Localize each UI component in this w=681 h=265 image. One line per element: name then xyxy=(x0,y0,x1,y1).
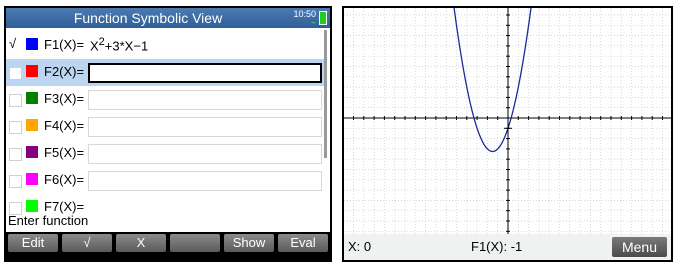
function-list: √ F1(X)= X2+3*X−1 F2(X)= F3(X)= F4(X)= F xyxy=(6,32,324,221)
function-expression-f5[interactable] xyxy=(88,144,322,164)
function-row-f2[interactable]: F2(X)= xyxy=(6,59,324,86)
symbolic-view-screen: Function Symbolic View 10:50 ⌁ √ F1(X)= … xyxy=(4,6,332,262)
input-prompt: Enter function xyxy=(8,213,89,228)
function-expression-f6[interactable] xyxy=(88,171,322,191)
color-swatch-f2[interactable] xyxy=(26,65,38,77)
cursor-f-readout: F1(X): -1 xyxy=(471,239,523,254)
cursor-x-readout: X: 0 xyxy=(348,239,372,254)
checkbox[interactable] xyxy=(9,94,22,107)
checkmark-icon[interactable]: √ xyxy=(9,37,21,50)
blank-softkey[interactable] xyxy=(170,234,220,252)
color-swatch-f7[interactable] xyxy=(26,200,38,212)
function-label: F4(X)= xyxy=(44,118,85,133)
function-expression-f1[interactable]: X2+3*X−1 xyxy=(88,36,322,56)
x-button[interactable]: X xyxy=(116,234,166,252)
softkey-bar: Edit √ X Show Eval xyxy=(6,232,330,260)
function-expression-f3[interactable] xyxy=(88,90,322,110)
function-label: F1(X)= xyxy=(44,37,85,52)
function-label: F3(X)= xyxy=(44,91,85,106)
function-row-f1[interactable]: √ F1(X)= X2+3*X−1 xyxy=(6,32,324,59)
function-row-f4[interactable]: F4(X)= xyxy=(6,113,324,140)
battery-icon xyxy=(319,11,327,25)
page-title: Function Symbolic View xyxy=(73,10,223,26)
eval-button[interactable]: Eval xyxy=(278,234,328,252)
function-label: F7(X)= xyxy=(44,199,85,214)
checkbox[interactable] xyxy=(9,121,22,134)
menu-button[interactable]: Menu xyxy=(612,237,667,257)
function-row-f3[interactable]: F3(X)= xyxy=(6,86,324,113)
plot-area[interactable] xyxy=(344,8,671,234)
color-swatch-f3[interactable] xyxy=(26,92,38,104)
show-button[interactable]: Show xyxy=(224,234,274,252)
color-swatch-f5[interactable] xyxy=(26,146,38,158)
edit-button[interactable]: Edit xyxy=(8,234,58,252)
checkbox[interactable] xyxy=(9,148,22,161)
function-curve-f1 xyxy=(453,8,532,153)
color-swatch-f6[interactable] xyxy=(26,173,38,185)
scrollbar[interactable] xyxy=(324,30,327,158)
wireless-icon: ⌁ xyxy=(311,18,316,27)
function-row-f6[interactable]: F6(X)= xyxy=(6,167,324,194)
cursor-status-bar: X: 0 F1(X): -1 Menu xyxy=(344,234,671,260)
function-label: F5(X)= xyxy=(44,145,85,160)
function-label: F6(X)= xyxy=(44,172,85,187)
color-swatch-f4[interactable] xyxy=(26,119,38,131)
function-row-f5[interactable]: F5(X)= xyxy=(6,140,324,167)
color-swatch-f1[interactable] xyxy=(26,38,38,50)
function-label: F2(X)= xyxy=(44,64,85,79)
checkbox[interactable] xyxy=(9,175,22,188)
checkbox[interactable] xyxy=(9,67,22,80)
function-expression-f2[interactable] xyxy=(88,63,322,83)
function-expression-f4[interactable] xyxy=(88,117,322,137)
check-button[interactable]: √ xyxy=(62,234,112,252)
title-bar: Function Symbolic View 10:50 ⌁ xyxy=(6,8,330,28)
plot-view-screen: X: 0 F1(X): -1 Menu xyxy=(342,6,673,262)
